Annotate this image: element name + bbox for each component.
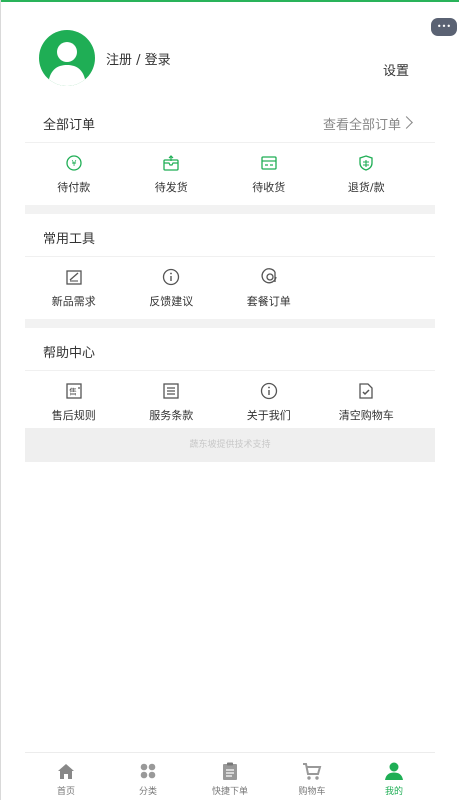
help-grid: 售 售后规则 服务条款 关于我们 清空购物车 [25,372,435,436]
orders-header: 全部订单 查看全部订单 [25,103,435,143]
clear-cart-icon [359,383,373,399]
order-item-refund[interactable]: 退货/款 [318,144,416,208]
terms-list-icon [163,383,179,399]
cart-icon [303,763,322,780]
left-border-line [0,0,1,800]
after-sales-icon: 售 [66,383,82,399]
tool-item-package-orders[interactable]: 套餐订单 [220,258,318,322]
help-item-label: 售后规则 [51,409,96,422]
tools-grid: 新品需求 反馈建议 套餐订单 [25,258,435,322]
user-icon [385,762,403,780]
tab-cart[interactable]: 购物车 [271,753,353,798]
delivery-truck-icon [261,156,277,170]
help-item-label: 清空购物车 [338,409,394,422]
tool-item-label: 反馈建议 [149,295,194,308]
orders-grid: ¥ 待付款 待发货 待收货 退货/款 [25,144,435,208]
bottom-tab-bar: 首页 分类 快捷下单 购物车 我的 [25,752,435,798]
help-item-label: 关于我们 [246,409,291,422]
payment-pending-icon: ¥ [66,155,82,171]
tool-item-empty-slot [318,258,416,322]
help-item-about-us[interactable]: 关于我们 [220,372,318,436]
tool-item-new-product-request[interactable]: 新品需求 [25,258,123,322]
section-title: 常用工具 [43,232,96,247]
help-item-label: 服务条款 [149,409,194,422]
view-all-orders-link[interactable]: 查看全部订单 [323,114,401,133]
svg-text:售: 售 [69,387,77,397]
tool-item-label: 新品需求 [51,295,96,308]
default-avatar-icon [48,42,86,86]
orders-section: 全部订单 查看全部订单 ¥ 待付款 待发货 待收货 退货/款 [25,103,435,209]
tab-quick-order[interactable]: 快捷下单 [189,753,271,798]
package-outbox-icon [163,155,179,171]
help-header: 帮助中心 [25,331,435,371]
avatar[interactable] [39,30,95,86]
home-icon [58,764,74,779]
section-title: 帮助中心 [43,346,96,361]
refund-shield-icon [359,155,373,171]
order-item-pending-receipt[interactable]: 待收货 [220,144,318,208]
tab-label: 首页 [56,787,75,797]
svg-text:¥: ¥ [71,159,76,168]
login-register-link[interactable]: 注册 / 登录 [106,49,171,68]
tools-header: 常用工具 [25,217,435,257]
order-item-label: 待收货 [252,181,286,194]
info-circle-icon [260,382,277,400]
order-item-pending-payment[interactable]: ¥ 待付款 [25,144,123,208]
tab-category[interactable]: 分类 [107,753,189,798]
order-item-label: 待发货 [154,181,188,194]
order-item-label: 退货/款 [347,181,385,194]
edit-note-icon [66,270,82,285]
tool-item-label: 套餐订单 [246,295,291,308]
settings-link[interactable]: 设置 [383,60,409,79]
order-item-label: 待付款 [57,181,91,194]
tab-label: 购物车 [298,787,326,797]
help-item-clear-cart[interactable]: 清空购物车 [318,372,416,436]
section-divider [25,319,435,328]
target-circle-icon [261,268,277,284]
tab-label: 我的 [384,787,403,797]
chevron-right-icon[interactable] [400,116,413,129]
help-item-after-sales-rules[interactable]: 售 售后规则 [25,372,123,436]
tech-support-footer: 蔬东坡提供技术支持 [25,428,435,462]
tool-item-feedback[interactable]: 反馈建议 [123,258,221,322]
section-title: 全部订单 [43,118,96,133]
tab-home[interactable]: 首页 [25,753,107,798]
category-grid-icon [140,763,156,779]
help-section: 帮助中心 售 售后规则 服务条款 关于我们 清空购物车 [25,331,435,437]
tools-section: 常用工具 新品需求 反馈建议 套餐订单 [25,217,435,323]
tab-label: 分类 [138,787,157,797]
profile-header: 注册 / 登录 设置 [0,0,459,100]
help-item-terms-of-service[interactable]: 服务条款 [123,372,221,436]
order-item-pending-shipment[interactable]: 待发货 [123,144,221,208]
info-circle-icon [163,268,180,286]
section-divider [25,205,435,214]
tab-label: 快捷下单 [211,787,248,797]
tab-mine[interactable]: 我的 [353,753,435,798]
clipboard-icon [223,762,237,780]
